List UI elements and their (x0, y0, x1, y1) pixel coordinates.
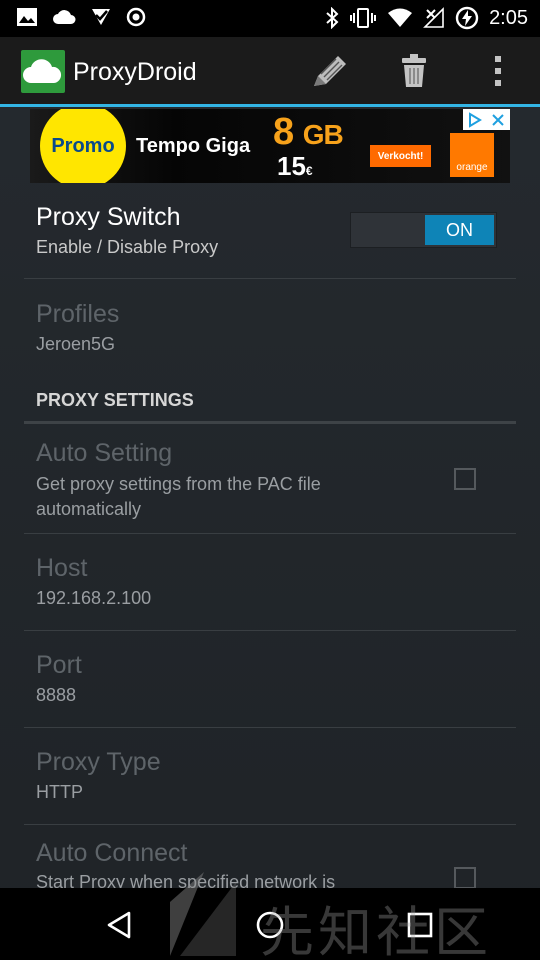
recents-icon (407, 912, 433, 938)
cloud-icon (53, 10, 76, 24)
target-icon (126, 7, 146, 27)
ad-badge: Verkocht! (370, 145, 431, 167)
home-button[interactable] (245, 900, 295, 950)
app-title: ProxyDroid (73, 58, 197, 86)
recents-button[interactable] (395, 900, 445, 950)
back-icon (107, 911, 131, 939)
status-bar: 2:05 (0, 0, 540, 37)
ad-amount-number: 8 (273, 111, 294, 153)
port-summary: 8888 (36, 685, 77, 705)
wifi-icon (388, 8, 413, 27)
ad-headline: Tempo Giga (136, 135, 251, 157)
profiles-summary: Jeroen5G (36, 334, 116, 354)
host-summary: 192.168.2.100 (36, 588, 152, 608)
host-title: Host (36, 554, 88, 582)
proxy-type-title: Proxy Type (36, 748, 161, 776)
battery-charging-icon (455, 6, 479, 30)
ad-amount: 8 GB (273, 111, 344, 154)
app-icon (21, 50, 65, 93)
auto-connect-checkbox[interactable] (454, 867, 476, 889)
ad-banner[interactable]: Promo Tempo Giga 8 GB 15€ Verkocht! oran… (30, 109, 510, 183)
delete-button[interactable] (392, 51, 436, 91)
image-icon (17, 8, 37, 26)
divider (24, 727, 516, 728)
auto-setting-row[interactable]: Auto Setting Get proxy settings from the… (36, 438, 426, 522)
ad-choices[interactable] (463, 109, 510, 130)
category-divider (24, 421, 516, 424)
overflow-menu-icon (495, 56, 501, 86)
proxy-type-summary: HTTP (36, 782, 83, 802)
ad-price-value: 15 (277, 151, 306, 181)
cloud-logo-icon (23, 59, 62, 83)
host-row[interactable]: Host 192.168.2.100 (36, 553, 456, 610)
screen: 2:05 ProxyDroid Promo Tempo Giga 8 GB 15… (0, 0, 540, 960)
ad-promo-badge: Promo (40, 109, 126, 183)
auto-setting-summary: Get proxy settings from the PAC file aut… (36, 474, 321, 519)
bluetooth-icon (326, 7, 339, 29)
status-time: 2:05 (489, 7, 528, 29)
ad-price: 15€ (277, 151, 313, 182)
auto-setting-title: Auto Setting (36, 439, 173, 467)
profiles-row[interactable]: Profiles Jeroen5G (36, 299, 456, 356)
back-button[interactable] (95, 900, 145, 950)
no-signal-icon (423, 7, 444, 28)
profiles-title: Profiles (36, 300, 120, 328)
navigation-bar (0, 888, 540, 960)
proxy-type-row[interactable]: Proxy Type HTTP (36, 747, 456, 804)
divider (24, 533, 516, 534)
divider (24, 278, 516, 279)
ad-info-icon[interactable] (467, 111, 483, 128)
edit-icon (314, 56, 346, 86)
trash-icon (402, 54, 426, 87)
toggle-thumb: ON (425, 215, 494, 245)
edit-button[interactable] (308, 51, 352, 91)
port-title: Port (36, 651, 82, 679)
divider (24, 630, 516, 631)
ad-amount-unit: GB (302, 119, 344, 150)
proxy-settings-header: PROXY SETTINGS (36, 390, 194, 410)
ad-price-currency: € (305, 164, 313, 178)
home-icon (256, 911, 284, 939)
action-bar: ProxyDroid (0, 37, 540, 107)
vibrate-icon (350, 8, 377, 28)
divider (24, 824, 516, 825)
ad-close-icon[interactable] (490, 112, 506, 128)
auto-setting-checkbox[interactable] (454, 468, 476, 490)
proxy-switch-toggle[interactable]: ON (350, 212, 497, 248)
auto-connect-row[interactable]: Auto Connect Start Proxy when specified … (36, 838, 426, 894)
port-row[interactable]: Port 8888 (36, 650, 456, 707)
auto-connect-title: Auto Connect (36, 839, 188, 867)
ad-brand-logo: orange (450, 133, 494, 177)
overflow-menu-button[interactable] (476, 51, 520, 91)
check-icon (92, 9, 110, 25)
